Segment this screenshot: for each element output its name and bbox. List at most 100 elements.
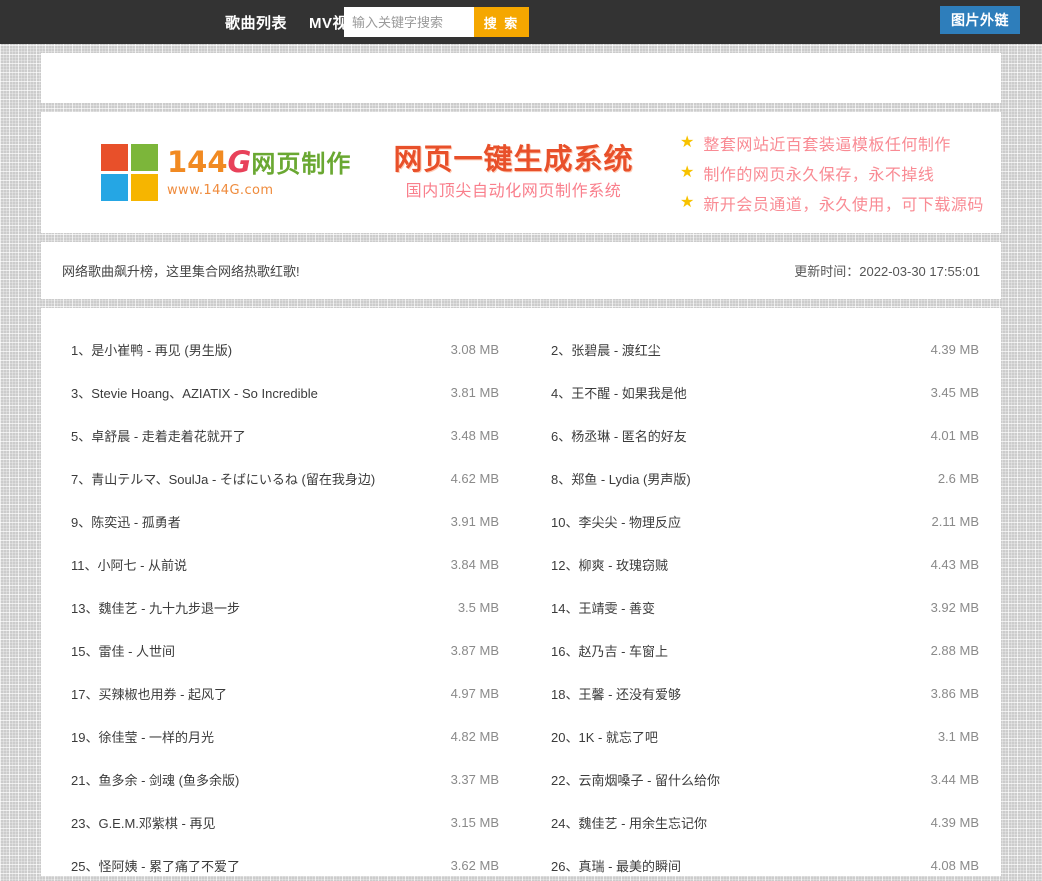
bullet-text: 制作的网页永久保存，永不掉线	[703, 161, 934, 185]
song-title[interactable]: 25、怪阿姨 - 累了痛了不爱了	[71, 856, 439, 875]
logo-square-top-right	[131, 144, 158, 171]
song-row[interactable]: 25、怪阿姨 - 累了痛了不爱了3.62 MB	[41, 844, 521, 881]
song-title[interactable]: 23、G.E.M.邓紫棋 - 再见	[71, 813, 439, 832]
song-row[interactable]: 2、张碧晨 - 渡红尘4.39 MB	[521, 328, 1001, 371]
song-title[interactable]: 3、Stevie Hoang、AZIATIX - So Incredible	[71, 383, 439, 402]
logo-letter: G	[228, 145, 252, 179]
song-title[interactable]: 4、王不醒 - 如果我是他	[551, 383, 919, 402]
star-icon: ★	[680, 135, 694, 151]
song-file-size: 3.08 MB	[439, 342, 499, 357]
song-row[interactable]: 10、李尖尖 - 物理反应2.11 MB	[521, 500, 1001, 543]
song-row[interactable]: 17、买辣椒也用券 - 起风了4.97 MB	[41, 672, 521, 715]
song-title[interactable]: 21、鱼多余 - 剑魂 (鱼多余版)	[71, 770, 439, 789]
song-title[interactable]: 1、是小崔鸭 - 再见 (男生版)	[71, 340, 439, 359]
song-row[interactable]: 5、卓舒晨 - 走着走着花就开了3.48 MB	[41, 414, 521, 457]
song-row[interactable]: 13、魏佳艺 - 九十九步退一步3.5 MB	[41, 586, 521, 629]
song-row[interactable]: 18、王馨 - 还没有爱够3.86 MB	[521, 672, 1001, 715]
song-row[interactable]: 21、鱼多余 - 剑魂 (鱼多余版)3.37 MB	[41, 758, 521, 801]
song-row[interactable]: 24、魏佳艺 - 用余生忘记你4.39 MB	[521, 801, 1001, 844]
search-input[interactable]	[344, 7, 474, 37]
bullet-text: 新开会员通道，永久使用，可下载源码	[703, 191, 984, 215]
song-file-size: 3.87 MB	[439, 643, 499, 658]
song-row[interactable]: 19、徐佳莹 - 一样的月光4.82 MB	[41, 715, 521, 758]
song-file-size: 4.39 MB	[919, 815, 979, 830]
logo-squares-icon	[101, 144, 158, 201]
song-title[interactable]: 26、真瑞 - 最美的瞬间	[551, 856, 919, 875]
song-title[interactable]: 9、陈奕迅 - 孤勇者	[71, 512, 439, 531]
song-file-size: 4.62 MB	[439, 471, 499, 486]
song-file-size: 4.97 MB	[439, 686, 499, 701]
song-row[interactable]: 26、真瑞 - 最美的瞬间4.08 MB	[521, 844, 1001, 881]
update-time-label: 更新时间：2022-03-30 17:55:01	[794, 261, 980, 280]
song-row[interactable]: 12、柳爽 - 玫瑰窃贼4.43 MB	[521, 543, 1001, 586]
song-file-size: 3.86 MB	[919, 686, 979, 701]
song-title[interactable]: 10、李尖尖 - 物理反应	[551, 512, 920, 531]
song-file-size: 3.44 MB	[919, 772, 979, 787]
song-title[interactable]: 18、王馨 - 还没有爱够	[551, 684, 919, 703]
song-title[interactable]: 13、魏佳艺 - 九十九步退一步	[71, 598, 446, 617]
logo-chinese: 网页制作	[251, 150, 351, 178]
song-title[interactable]: 12、柳爽 - 玫瑰窃贼	[551, 555, 919, 574]
blank-panel	[41, 53, 1001, 103]
song-row[interactable]: 22、云南烟嗓子 - 留什么给你3.44 MB	[521, 758, 1001, 801]
song-title[interactable]: 7、青山テルマ、SoulJa - そばにいるね (留在我身边)	[71, 469, 439, 488]
song-row[interactable]: 11、小阿七 - 从前说3.84 MB	[41, 543, 521, 586]
song-row[interactable]: 4、王不醒 - 如果我是他3.45 MB	[521, 371, 1001, 414]
song-title[interactable]: 16、赵乃吉 - 车窗上	[551, 641, 919, 660]
song-file-size: 2.6 MB	[926, 471, 979, 486]
song-file-size: 3.37 MB	[439, 772, 499, 787]
top-navigation-bar: 歌曲列表 MV视频 搜 索 图片外链	[0, 0, 1042, 44]
song-row[interactable]: 6、杨丞琳 - 匿名的好友4.01 MB	[521, 414, 1001, 457]
song-row[interactable]: 8、郑鱼 - Lydia (男声版)2.6 MB	[521, 457, 1001, 500]
bullet-text: 整套网站近百套装逼模板任何制作	[703, 131, 951, 155]
search-box: 搜 索	[344, 7, 529, 37]
slogan-main-text: 网页一键生成系统	[381, 145, 646, 174]
bullet-item: ★ 整套网站近百套装逼模板任何制作	[680, 131, 984, 155]
song-row[interactable]: 7、青山テルマ、SoulJa - そばにいるね (留在我身边)4.62 MB	[41, 457, 521, 500]
song-title[interactable]: 5、卓舒晨 - 走着走着花就开了	[71, 426, 439, 445]
logo-url: www.144G.com	[167, 184, 351, 197]
song-title[interactable]: 11、小阿七 - 从前说	[71, 555, 439, 574]
song-title[interactable]: 8、郑鱼 - Lydia (男声版)	[551, 469, 926, 488]
banner-slogan: 网页一键生成系统 国内顶尖自动化网页制作系统	[381, 145, 646, 200]
bullet-item: ★ 制作的网页永久保存，永不掉线	[680, 161, 984, 185]
star-icon: ★	[680, 195, 694, 211]
song-title[interactable]: 6、杨丞琳 - 匿名的好友	[551, 426, 919, 445]
song-title[interactable]: 17、买辣椒也用券 - 起风了	[71, 684, 439, 703]
song-file-size: 3.15 MB	[439, 815, 499, 830]
song-grid: 1、是小崔鸭 - 再见 (男生版)3.08 MB2、张碧晨 - 渡红尘4.39 …	[41, 328, 1001, 881]
song-file-size: 4.08 MB	[919, 858, 979, 873]
song-file-size: 3.81 MB	[439, 385, 499, 400]
song-row[interactable]: 9、陈奕迅 - 孤勇者3.91 MB	[41, 500, 521, 543]
song-file-size: 3.1 MB	[926, 729, 979, 744]
song-file-size: 3.62 MB	[439, 858, 499, 873]
song-row[interactable]: 15、雷佳 - 人世间3.87 MB	[41, 629, 521, 672]
song-row[interactable]: 1、是小崔鸭 - 再见 (男生版)3.08 MB	[41, 328, 521, 371]
song-title[interactable]: 14、王靖雯 - 善变	[551, 598, 919, 617]
logo-square-bottom-right	[131, 174, 158, 201]
search-button[interactable]: 搜 索	[474, 7, 529, 37]
song-file-size: 2.11 MB	[920, 514, 979, 529]
logo-wordmark: 144G网页制作	[167, 148, 351, 177]
song-title[interactable]: 19、徐佳莹 - 一样的月光	[71, 727, 439, 746]
song-row[interactable]: 16、赵乃吉 - 车窗上2.88 MB	[521, 629, 1001, 672]
nav-song-list[interactable]: 歌曲列表	[225, 12, 287, 33]
song-row[interactable]: 14、王靖雯 - 善变3.92 MB	[521, 586, 1001, 629]
image-external-link-button[interactable]: 图片外链	[940, 6, 1020, 34]
song-title[interactable]: 15、雷佳 - 人世间	[71, 641, 439, 660]
logo-square-bottom-left	[101, 174, 128, 201]
song-file-size: 3.84 MB	[439, 557, 499, 572]
song-title[interactable]: 22、云南烟嗓子 - 留什么给你	[551, 770, 919, 789]
song-title[interactable]: 24、魏佳艺 - 用余生忘记你	[551, 813, 919, 832]
song-title[interactable]: 20、1K - 就忘了吧	[551, 727, 926, 746]
song-title[interactable]: 2、张碧晨 - 渡红尘	[551, 340, 919, 359]
banner-panel: 144G网页制作 www.144G.com 网页一键生成系统 国内顶尖自动化网页…	[41, 112, 1001, 233]
site-logo[interactable]: 144G网页制作 www.144G.com	[101, 144, 381, 201]
slogan-sub-text: 国内顶尖自动化网页制作系统	[381, 184, 646, 200]
song-file-size: 3.48 MB	[439, 428, 499, 443]
song-row[interactable]: 20、1K - 就忘了吧3.1 MB	[521, 715, 1001, 758]
song-row[interactable]: 23、G.E.M.邓紫棋 - 再见3.15 MB	[41, 801, 521, 844]
song-file-size: 4.01 MB	[919, 428, 979, 443]
song-row[interactable]: 3、Stevie Hoang、AZIATIX - So Incredible3.…	[41, 371, 521, 414]
song-file-size: 3.91 MB	[439, 514, 499, 529]
